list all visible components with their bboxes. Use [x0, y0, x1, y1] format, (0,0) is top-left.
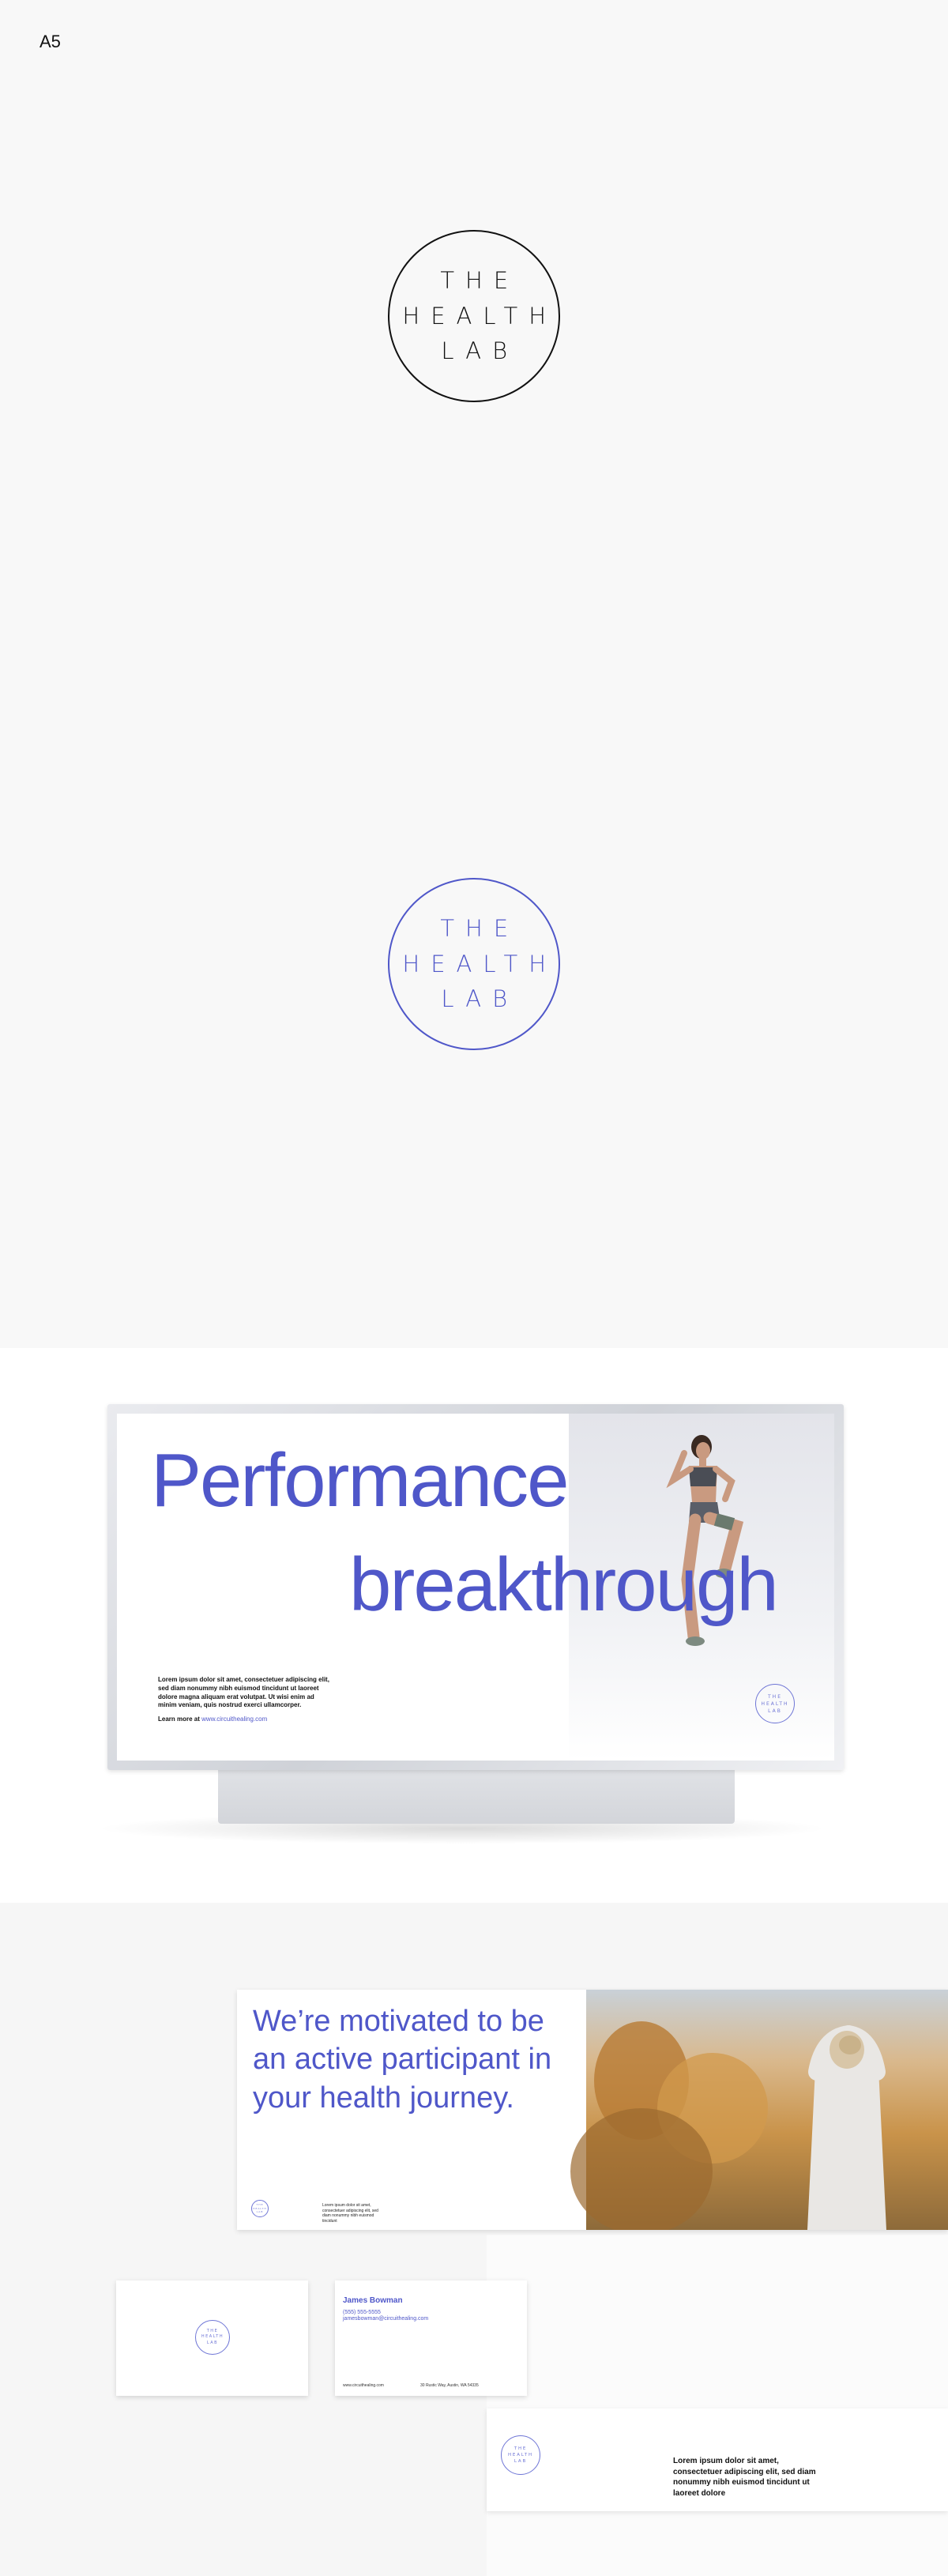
card-address: 30 Rustic Way, Austin, WA 54335	[420, 2383, 479, 2388]
billboard-stand	[218, 1768, 735, 1824]
banner-logo: THE HEALTH LAB	[251, 2200, 269, 2217]
logo-line-lab: LAB	[441, 985, 519, 1013]
logo-line-health: HEALTH	[402, 302, 558, 330]
logo-line-lab: LAB	[768, 1708, 782, 1714]
billboard-body-text: Lorem ipsum dolor sit amet, consectetuer…	[158, 1676, 329, 1709]
logo-line-lab: LAB	[441, 337, 519, 365]
logo-line-the: THE	[514, 2446, 528, 2451]
card-email: jamesbowman@circuithealing.com	[343, 2316, 429, 2322]
logo-line-health: HEALTH	[402, 950, 558, 977]
card-name: James Bowman	[343, 2296, 403, 2305]
letterhead-body-text: Lorem ipsum dolor sit amet, consectetuer…	[673, 2457, 816, 2498]
logo-blue: THE HEALTH LAB	[388, 878, 560, 1050]
logo-line-health: HEALTH	[508, 2452, 533, 2457]
web-banner: We’re motivated to be an active particip…	[237, 1990, 948, 2230]
logo-line-the: THE	[440, 914, 520, 942]
logo-showcase-section: A5 THE HEALTH LAB THE HEALTH LAB	[0, 0, 948, 1348]
billboard-headline-line2: breakthrough	[349, 1542, 779, 1627]
letterhead: THE HEALTH LAB Lorem ipsum dolor sit ame…	[487, 2408, 948, 2511]
stationery-section: We’re motivated to be an active particip…	[0, 1903, 948, 2576]
business-card-front: THE HEALTH LAB	[116, 2280, 308, 2396]
logo-line-lab: LAB	[206, 2340, 219, 2345]
stretching-woman-photo	[570, 1990, 948, 2230]
page-label: A5	[40, 32, 61, 51]
billboard-logo: THE HEALTH LAB	[755, 1684, 795, 1723]
logo-line-the: THE	[768, 1693, 782, 1700]
card-phone: (555) 555-5555	[343, 2310, 381, 2315]
banner-small-text: Lorem ipsum dolor sit amet, consectetuer…	[322, 2203, 378, 2224]
banner-headline: We’re motivated to be an active particip…	[253, 2005, 552, 2115]
stretching-woman-icon	[807, 2025, 886, 2230]
logo-line-lab: LAB	[256, 2210, 264, 2214]
billboard-headline-line1: Performance	[151, 1438, 570, 1523]
letterhead-logo: THE HEALTH LAB	[501, 2435, 540, 2475]
card-website: www.circuithealing.com	[343, 2383, 384, 2388]
logo-black: THE HEALTH LAB	[388, 230, 560, 402]
billboard-learn-more: Learn more at www.circuithealing.com	[158, 1715, 267, 1723]
business-card-logo: THE HEALTH LAB	[195, 2320, 230, 2355]
logo-line-lab: LAB	[514, 2459, 528, 2465]
logo-line-the: THE	[440, 266, 520, 294]
billboard-frame: Performance breakthrough Lorem ipsum dol…	[107, 1404, 844, 1770]
stationery-backdrop	[487, 2235, 948, 2576]
logo-line-health: HEALTH	[201, 2334, 224, 2340]
billboard-screen: Performance breakthrough Lorem ipsum dol…	[117, 1414, 834, 1761]
learn-more-link[interactable]: www.circuithealing.com	[201, 1715, 267, 1723]
business-card-back: James Bowman (555) 555-5555 jamesbowman@…	[335, 2280, 527, 2396]
learn-more-label: Learn more at	[158, 1715, 200, 1723]
billboard-section: Performance breakthrough Lorem ipsum dol…	[0, 1348, 948, 1903]
logo-line-the: THE	[206, 2328, 219, 2333]
logo-line-health: HEALTH	[761, 1700, 789, 1707]
